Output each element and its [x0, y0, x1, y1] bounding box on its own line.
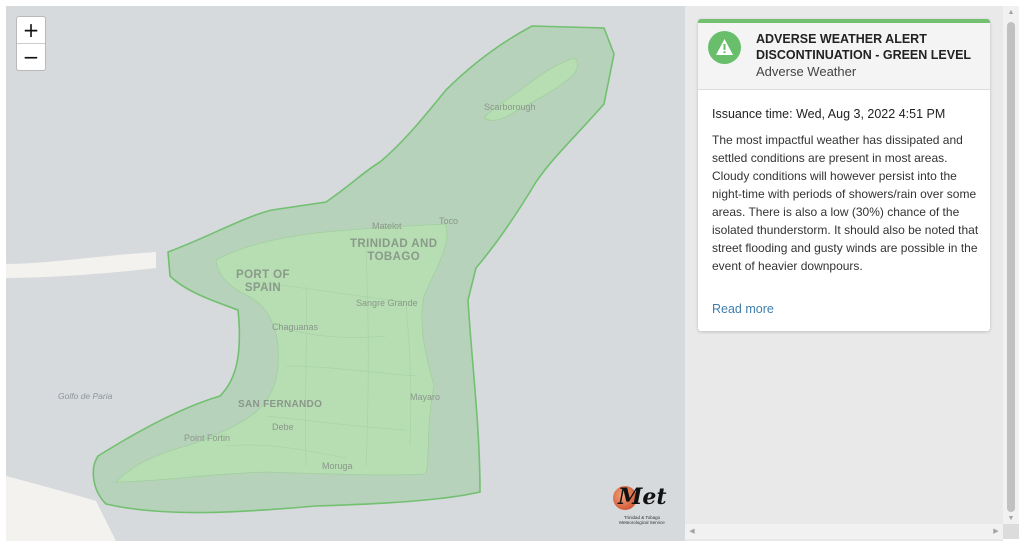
label-chaguanas: Chaguanas [272, 322, 319, 332]
label-golfo-de-paria: Golfo de Paria [58, 391, 113, 401]
scroll-up-icon[interactable]: ▲ [1003, 6, 1019, 20]
label-moruga: Moruga [322, 461, 353, 471]
scrollbar-corner [1003, 524, 1019, 539]
alert-zone-polygon [92, 25, 615, 514]
issuance-time: Issuance time: Wed, Aug 3, 2022 4:51 PM [712, 107, 946, 121]
zoom-in-button[interactable]: + [17, 17, 45, 43]
vertical-scrollbar[interactable]: ▲ ▼ [1003, 6, 1019, 526]
alert-body: The most impactful weather has dissipate… [712, 133, 979, 273]
zoom-control: + − [16, 16, 46, 71]
alert-title: ADVERSE WEATHER ALERT DISCONTINUATION - … [756, 32, 972, 62]
label-debe: Debe [272, 422, 294, 432]
scroll-thumb[interactable] [1007, 22, 1015, 512]
label-point-fortin: Point Fortin [184, 433, 231, 443]
label-port-of-spain: PORT OF SPAIN [236, 269, 290, 294]
alert-panel: ADVERSE WEATHER ALERT DISCONTINUATION - … [685, 6, 1003, 541]
read-more-link[interactable]: Read more [712, 302, 774, 316]
warning-triangle-icon [708, 31, 741, 64]
label-country: TRINIDAD AND TOBAGO [350, 238, 438, 263]
label-mayaro: Mayaro [410, 392, 441, 402]
scroll-right-icon[interactable]: ▶ [989, 524, 1003, 539]
alert-subtitle: Adverse Weather [756, 64, 857, 79]
met-service-logo: Met Trinidad & Tobago Meteorological Ser… [610, 482, 672, 528]
weather-map[interactable]: Scarborough Matelot Toco TRINIDAD AND TO… [6, 6, 685, 541]
label-sangre-grande: Sangre Grande [356, 298, 418, 308]
label-san-fernando: SAN FERNANDO [238, 399, 323, 410]
scroll-left-icon[interactable]: ◀ [685, 524, 699, 539]
alert-card: ADVERSE WEATHER ALERT DISCONTINUATION - … [698, 19, 990, 331]
zoom-out-button[interactable]: − [17, 43, 45, 70]
label-scarborough: Scarborough [484, 102, 536, 112]
alert-card-header: ADVERSE WEATHER ALERT DISCONTINUATION - … [698, 23, 990, 90]
horizontal-scrollbar[interactable]: ◀ ▶ [685, 524, 1003, 539]
label-matelot: Matelot [372, 221, 402, 231]
label-toco: Toco [439, 216, 459, 226]
